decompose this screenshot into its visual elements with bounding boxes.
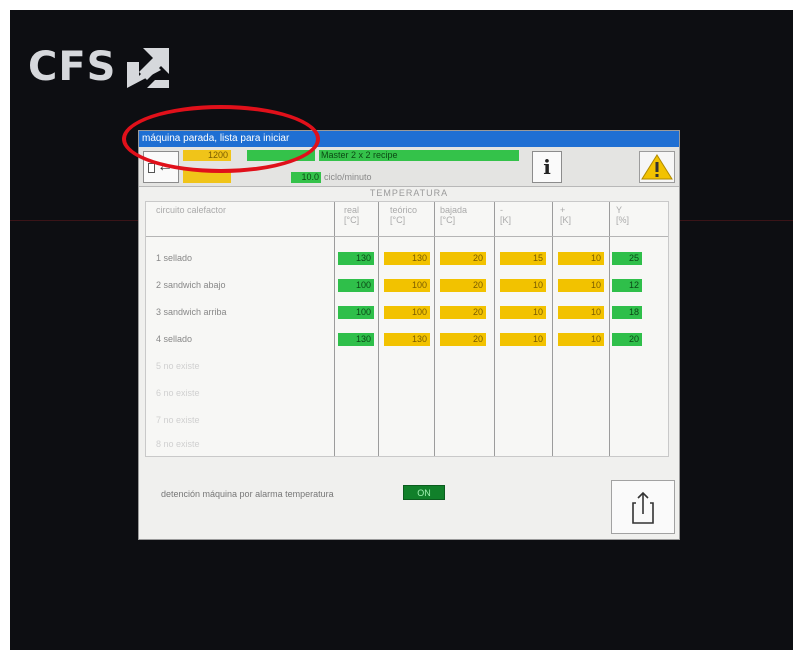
cell-y: 25	[612, 252, 642, 265]
cell-teorico[interactable]: 130	[384, 252, 430, 265]
table-row-unused: 7 no existe	[156, 415, 200, 425]
share-icon	[632, 491, 654, 524]
section-title: TEMPERATURA	[369, 188, 449, 198]
column-divider	[552, 202, 553, 456]
table-row-unused: 8 no existe	[156, 439, 200, 449]
export-button[interactable]	[611, 480, 675, 534]
machine-speed-value: 10.0	[291, 172, 321, 183]
cell-y: 20	[612, 333, 642, 346]
table-row-name: 1 sellado	[156, 253, 193, 263]
back-button[interactable]: ←	[143, 151, 179, 183]
cell-minus[interactable]: 10	[500, 279, 546, 292]
cell-real: 100	[338, 306, 374, 319]
hmi-screen: máquina parada, lista para iniciar ← 120…	[138, 130, 680, 540]
status-indicator-green	[247, 150, 315, 161]
table-row-unused: 6 no existe	[156, 388, 200, 398]
info-icon: i	[543, 155, 551, 179]
alarm-stop-label: detención máquina por alarma temperatura	[161, 489, 334, 499]
recipe-name[interactable]: Master 2 x 2 recipe	[319, 150, 519, 161]
warning-icon	[641, 154, 673, 180]
table-row-name: 3 sandwich arriba	[156, 307, 227, 317]
cell-bajada[interactable]: 20	[440, 279, 486, 292]
table-row-unused: 5 no existe	[156, 361, 200, 371]
cell-y: 12	[612, 279, 642, 292]
status-indicator-yellow	[183, 169, 231, 183]
column-divider	[334, 202, 335, 456]
cell-minus[interactable]: 10	[500, 333, 546, 346]
alarm-stop-toggle[interactable]: ON	[403, 485, 445, 500]
column-divider	[434, 202, 435, 456]
cell-plus[interactable]: 10	[558, 252, 604, 265]
cell-teorico[interactable]: 130	[384, 333, 430, 346]
cell-minus[interactable]: 15	[500, 252, 546, 265]
machine-status-title: máquina parada, lista para iniciar	[139, 131, 679, 147]
cell-y: 18	[612, 306, 642, 319]
cell-teorico[interactable]: 100	[384, 279, 430, 292]
alarm-button[interactable]	[639, 151, 675, 183]
column-header-circuito: circuito calefactor	[156, 205, 227, 215]
cell-bajada[interactable]: 20	[440, 252, 486, 265]
cell-teorico[interactable]: 100	[384, 306, 430, 319]
top-status-bar: ← 1200 Master 2 x 2 recipe 10.0 ciclo/mi…	[139, 147, 679, 187]
info-button[interactable]: i	[532, 151, 562, 183]
column-divider	[378, 202, 379, 456]
cell-real: 100	[338, 279, 374, 292]
arrow-left-icon: ←	[157, 158, 173, 175]
column-header-y: Y [%]	[616, 205, 630, 225]
header-divider	[146, 236, 668, 237]
document-icon	[148, 163, 155, 173]
cell-bajada[interactable]: 20	[440, 333, 486, 346]
machine-speed-unit: ciclo/minuto	[324, 172, 372, 182]
column-divider	[494, 202, 495, 456]
column-header-teorico: teórico [°C]	[390, 205, 418, 225]
cell-plus[interactable]: 10	[558, 279, 604, 292]
cell-plus[interactable]: 10	[558, 333, 604, 346]
table-row-name: 2 sandwich abajo	[156, 280, 226, 290]
cell-minus[interactable]: 10	[500, 306, 546, 319]
temperature-table: circuito calefactor real [°C] teórico [°C]…	[145, 201, 669, 457]
column-divider	[609, 202, 610, 456]
cycle-counter: 1200	[183, 150, 231, 161]
cell-real: 130	[338, 333, 374, 346]
column-header-real: real [°C]	[344, 205, 360, 225]
cell-real: 130	[338, 252, 374, 265]
table-row-name: 4 sellado	[156, 334, 193, 344]
cell-plus[interactable]: 10	[558, 306, 604, 319]
brand-logo: CFS	[28, 42, 173, 92]
brand-arrow-icon	[126, 48, 169, 88]
column-header-minus: - [K]	[500, 205, 512, 225]
column-header-bajada: bajada [°C]	[440, 205, 468, 225]
brand-logo-text: CFS	[28, 44, 117, 90]
cell-bajada[interactable]: 20	[440, 306, 486, 319]
column-header-plus: + [K]	[560, 205, 572, 225]
